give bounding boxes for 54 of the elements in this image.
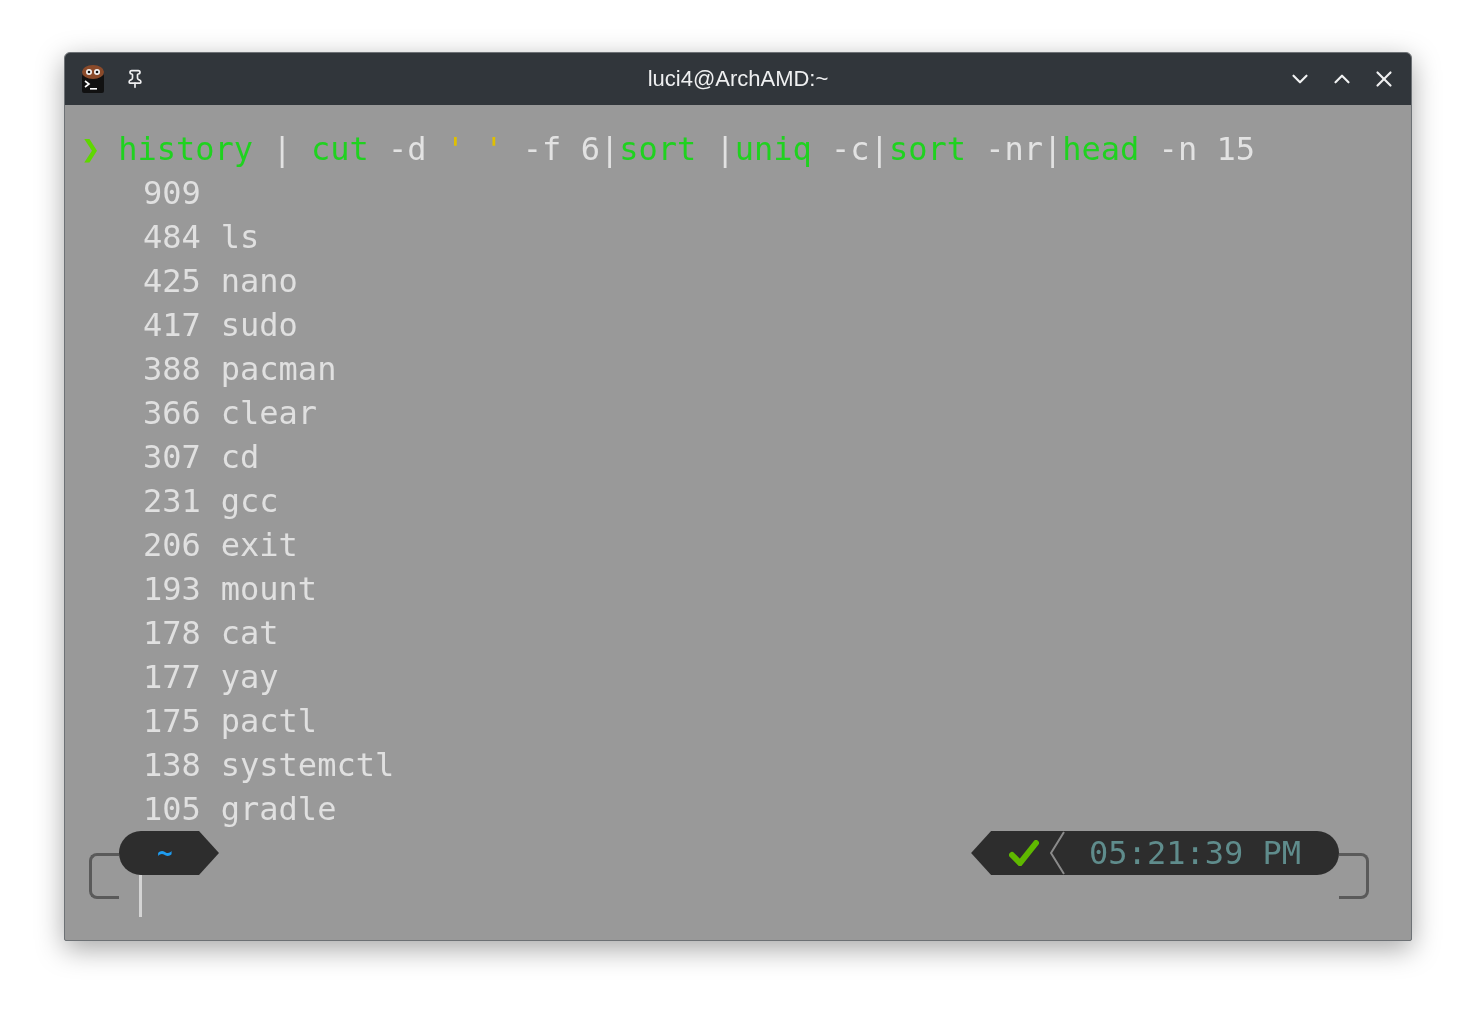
count-value: 178 <box>143 613 201 654</box>
count-value: 231 <box>143 481 201 522</box>
count-value: 425 <box>143 261 201 302</box>
text-cursor <box>139 875 142 917</box>
command-name-output: mount <box>220 569 318 610</box>
command-name: sort <box>619 129 697 170</box>
directory-text: ~ <box>157 837 173 870</box>
command-name-output: gradle <box>220 789 337 830</box>
command-arguments: | <box>271 129 293 170</box>
terminal-app-icon <box>79 64 107 94</box>
count-value: 175 <box>143 701 201 742</box>
command-arguments: -n 15 <box>1157 129 1255 170</box>
command-name: uniq <box>734 129 812 170</box>
count-value: 206 <box>143 525 201 566</box>
command-arguments: -d <box>387 129 428 170</box>
command-name-output: nano <box>220 261 298 302</box>
command-name-output: pactl <box>220 701 318 742</box>
separator-icon <box>1049 831 1066 875</box>
count-value: 105 <box>143 789 201 830</box>
command-name-output: pacman <box>220 349 337 390</box>
command-name-output: ls <box>220 217 260 258</box>
count-value: 138 <box>143 745 201 786</box>
command-name-output: cd <box>220 437 260 478</box>
prompt-bracket <box>1339 853 1369 899</box>
command-name-output: clear <box>220 393 318 434</box>
command-name-output: systemctl <box>220 745 395 786</box>
command-name-output: cat <box>220 613 279 654</box>
clock-time: 05:21:39 PM <box>1089 833 1301 874</box>
pin-button[interactable] <box>125 69 145 89</box>
command-name-output: gcc <box>220 481 279 522</box>
count-value: 366 <box>143 393 201 434</box>
command-name-output: sudo <box>220 305 298 346</box>
window-title: luci4@ArchAMD:~ <box>646 66 830 92</box>
count-value: 307 <box>143 437 201 478</box>
pin-icon <box>125 69 145 89</box>
count-value: 177 <box>143 657 201 698</box>
command-name: history <box>118 129 254 170</box>
command-name: sort <box>888 129 966 170</box>
command-arguments: -f 6| <box>521 129 620 170</box>
prompt-bracket <box>89 853 119 899</box>
count-value: 388 <box>143 349 201 390</box>
count-value: 417 <box>143 305 201 346</box>
command-name-output: yay <box>220 657 279 698</box>
count-value: 484 <box>143 217 201 258</box>
count-value: 909 <box>143 173 201 214</box>
command-name-output: exit <box>220 525 298 566</box>
prompt-symbol: ❯ <box>81 129 101 170</box>
command-arguments: -nr| <box>984 129 1063 170</box>
quoted-argument: ' ' <box>445 129 504 170</box>
command-arguments: | <box>714 129 735 170</box>
count-value: 193 <box>143 569 201 610</box>
command-name: cut <box>310 129 369 170</box>
command-name: head <box>1062 129 1140 170</box>
command-arguments: -c| <box>830 129 889 170</box>
